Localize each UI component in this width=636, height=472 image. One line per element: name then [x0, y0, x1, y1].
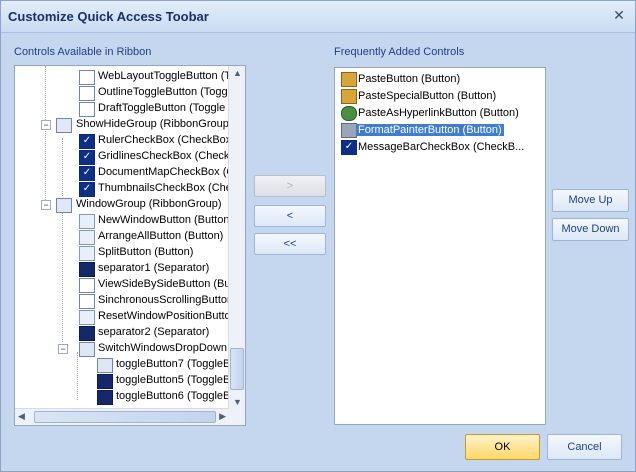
web-layout-icon: [79, 70, 95, 85]
list-item-message-bar[interactable]: ✓ MessageBarCheckBox (CheckB...: [339, 139, 545, 155]
add-button[interactable]: >: [254, 175, 326, 197]
available-controls-tree[interactable]: WebLayoutToggleButton (T OutlineToggleBu…: [14, 65, 246, 426]
scrollbar-corner: [229, 409, 245, 425]
paste-icon: [341, 72, 357, 87]
new-window-icon: [79, 214, 95, 229]
checkbox-icon: ✓: [79, 182, 95, 197]
remove-button[interactable]: <: [254, 205, 326, 227]
paste-special-icon: [341, 89, 357, 104]
collapse-toggle[interactable]: −: [58, 344, 68, 354]
frequently-added-label: Frequently Added Controls: [334, 46, 465, 58]
list-item-paste-special[interactable]: PasteSpecialButton (Button): [339, 88, 545, 104]
outline-icon: [79, 86, 95, 101]
scroll-thumb[interactable]: [230, 348, 244, 390]
list-item-format-painter[interactable]: FormatPainterButton (Button): [339, 122, 545, 138]
scroll-left-icon[interactable]: ◀: [18, 411, 25, 422]
frequently-added-list[interactable]: PasteButton (Button) PasteSpecialButton …: [334, 67, 546, 425]
separator-icon: [79, 326, 95, 341]
side-by-side-icon: [79, 278, 95, 293]
format-painter-icon: [341, 123, 357, 138]
checkbox-icon: ✓: [79, 134, 95, 149]
toggle-icon: [97, 374, 113, 389]
arrange-all-icon: [79, 230, 95, 245]
dialog-title: Customize Quick Access Toobar: [8, 9, 209, 24]
available-controls-label: Controls Available in Ribbon: [14, 46, 152, 58]
toggle-icon: [97, 358, 113, 373]
tree-guide-line: [45, 66, 46, 206]
horizontal-scrollbar[interactable]: ◀ ▶: [15, 408, 229, 425]
reset-window-icon: [79, 310, 95, 325]
close-icon[interactable]: ✕: [611, 7, 627, 23]
group-icon: [56, 118, 72, 133]
ok-button[interactable]: OK: [465, 434, 540, 460]
scroll-thumb[interactable]: [34, 411, 216, 423]
customize-quick-access-dialog: Customize Quick Access Toobar ✕ Controls…: [0, 0, 636, 472]
vertical-scrollbar[interactable]: ▲ ▼: [228, 66, 245, 409]
cancel-button[interactable]: Cancel: [547, 434, 622, 460]
tree-guide-line: [77, 352, 78, 400]
scroll-up-icon[interactable]: ▲: [233, 68, 242, 78]
separator-icon: [79, 262, 95, 277]
title-bar: Customize Quick Access Toobar ✕: [1, 1, 635, 33]
sync-scroll-icon: [79, 294, 95, 309]
paste-hyperlink-icon: [341, 106, 357, 121]
draft-icon: [79, 102, 95, 117]
toggle-icon: [97, 390, 113, 405]
scroll-right-icon[interactable]: ▶: [219, 411, 226, 422]
move-up-button[interactable]: Move Up: [552, 189, 629, 212]
split-icon: [79, 246, 95, 261]
collapse-toggle[interactable]: −: [41, 200, 51, 210]
collapse-toggle[interactable]: −: [41, 120, 51, 130]
group-icon: [56, 198, 72, 213]
scroll-down-icon[interactable]: ▼: [233, 397, 242, 407]
dropdown-icon: [79, 342, 95, 357]
list-item-paste[interactable]: PasteButton (Button): [339, 71, 545, 87]
checkbox-icon: ✓: [79, 150, 95, 165]
checkbox-icon: ✓: [341, 140, 357, 155]
tree-guide-line: [62, 138, 63, 196]
tree-guide-line: [62, 210, 63, 342]
checkbox-icon: ✓: [79, 166, 95, 181]
remove-all-button[interactable]: <<: [254, 233, 326, 255]
list-item-paste-hyperlink[interactable]: PasteAsHyperlinkButton (Button): [339, 105, 545, 121]
move-down-button[interactable]: Move Down: [552, 218, 629, 241]
